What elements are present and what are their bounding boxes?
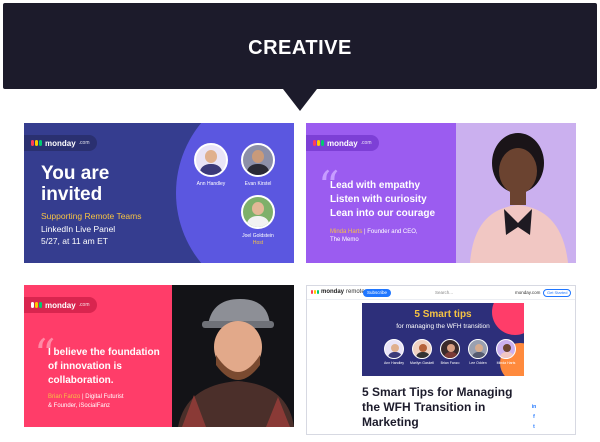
page-title: CREATIVE (248, 37, 352, 59)
monday-mark-icon (313, 140, 324, 146)
creative-card-brian-quote[interactable]: monday .com “ I believe the foundation of… (24, 285, 294, 427)
speaker-avatar (384, 339, 404, 359)
panelist-name: Joel Goldstein (242, 233, 274, 239)
panelist-name: Ann Handley (196, 181, 226, 187)
speaker-name: Marilyn Gaskell (410, 361, 434, 365)
blog-topbar: monday remote Subscribe Search... monday.… (307, 286, 575, 300)
speaker-avatar (496, 339, 516, 359)
monday-mark-icon (311, 290, 319, 294)
quote-attribution: Minda Harts | Founder and CEO, (330, 229, 418, 235)
creative-card-blog-article[interactable]: monday remote Subscribe Search... monday.… (306, 285, 576, 435)
monday-logo: monday .com (24, 135, 97, 151)
creative-header: CREATIVE (0, 0, 600, 111)
speaker-name: Minda Harts (496, 361, 516, 365)
avatar-joel-goldstein (241, 195, 275, 229)
linkedin-icon[interactable]: in (531, 404, 537, 410)
speaker-name: Brian Fanzo (440, 361, 460, 365)
article-hero-image: 5 Smart tips for managing the WFH transi… (362, 303, 524, 376)
monday-mark-icon (31, 302, 42, 308)
invite-event-type: LinkedIn Live Panel (41, 224, 116, 234)
quote-attribution-line2: The Memo (330, 237, 359, 243)
monday-logo: monday .com (306, 135, 379, 151)
quote-line: I believe the foundation (48, 347, 160, 358)
invite-event-date: 5/27, at 11 am ET (41, 236, 108, 246)
speaker-avatar (412, 339, 432, 359)
monday-mark-icon (31, 140, 42, 146)
facebook-icon[interactable]: f (531, 414, 537, 420)
avatar-evan-kirstel (241, 143, 275, 177)
speaker-name: Ann Handley (383, 361, 405, 365)
creative-card-minda-quote[interactable]: monday .com “ Lead with empathy Listen wi… (306, 123, 576, 263)
speaker-avatar (468, 339, 488, 359)
twitter-icon[interactable]: t (531, 424, 537, 430)
hero-subtitle: for managing the WFH transition (396, 323, 490, 330)
get-started-button[interactable]: Get Started (543, 289, 572, 297)
quote-attribution-line2: & Founder, iSocialFanz (48, 403, 111, 409)
monday-remote-logo[interactable]: monday remote (311, 289, 365, 295)
avatar-ann-handley (194, 143, 228, 177)
quote-line: Lead with empathy (330, 180, 421, 191)
speaker-photo-minda-harts (456, 123, 576, 263)
subscribe-button[interactable]: Subscribe (363, 289, 392, 297)
quote-line: Listen with curiosity (330, 194, 427, 205)
quote-line: Lean into our courage (330, 208, 436, 219)
invite-headline: You are invited (41, 163, 110, 205)
speaker-photo-brian-fanzo (172, 285, 294, 427)
speaker-name: Lee Odden (469, 361, 487, 365)
search-input[interactable]: Search... (435, 290, 453, 295)
quote-line: of innovation is (48, 361, 122, 372)
hero-title: 5 Smart tips (414, 309, 472, 320)
invite-subtitle: Supporting Remote Teams (41, 211, 142, 221)
header-banner: CREATIVE (3, 3, 597, 89)
panelist-role: Host (252, 240, 264, 246)
monday-logo: monday .com (24, 297, 97, 313)
panelist-name: Evan Kirstel (244, 181, 272, 187)
article-title[interactable]: 5 Smart Tips for Managing the WFH Transi… (362, 385, 522, 430)
site-link[interactable]: monday.com (515, 290, 540, 295)
banner-pointer-arrow (283, 89, 317, 111)
quote-line: collaboration. (48, 375, 114, 386)
quote-attribution: Brian Fanzo | Digital Futurist (48, 394, 124, 400)
speaker-avatar (440, 339, 460, 359)
creative-card-invite[interactable]: monday .com You are invited Supporting Re… (24, 123, 294, 263)
